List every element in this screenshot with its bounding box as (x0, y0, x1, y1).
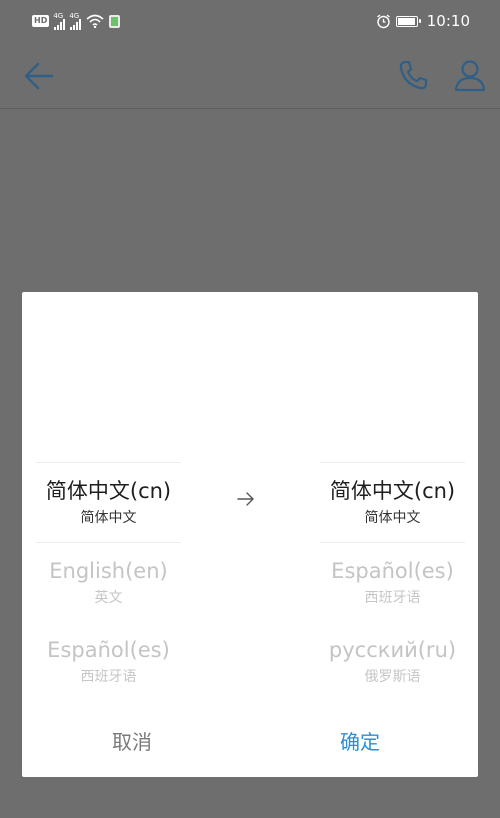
language-name: Español(es) (331, 558, 454, 583)
language-native-name: 简体中文 (80, 509, 137, 526)
confirm-button[interactable]: 确定 (340, 726, 380, 755)
source-language-option[interactable]: 简体中文(cn) 简体中文 (36, 463, 181, 542)
back-arrow-icon[interactable] (22, 59, 56, 93)
source-language-option[interactable]: English(en) 英文 (36, 543, 181, 622)
language-native-name: 简体中文 (364, 509, 421, 526)
status-left: HD 4G 4G (32, 11, 121, 30)
target-language-option[interactable]: 简体中文(cn) 简体中文 (320, 463, 465, 542)
battery-icon (395, 15, 421, 27)
sim-icon (109, 14, 121, 28)
network-type-label: 4G (69, 11, 80, 20)
target-language-option[interactable]: Español(es) 西班牙语 (320, 543, 465, 622)
app-bar (0, 42, 500, 109)
user-icon[interactable] (452, 57, 488, 93)
language-name: 简体中文(cn) (45, 478, 172, 503)
signal-icon: 4G (69, 11, 82, 30)
status-bar: HD 4G 4G 10:10 (0, 0, 500, 42)
source-language-picker[interactable]: 简体中文(cn) 简体中文 English(en) 英文 Español(es)… (36, 462, 181, 701)
language-name: Español(es) (47, 637, 170, 662)
language-name: русский(ru) (328, 637, 457, 662)
status-time: 10:10 (426, 12, 470, 30)
cancel-button[interactable]: 取消 (112, 726, 152, 755)
hd-icon: HD (32, 15, 50, 27)
wifi-icon (86, 14, 104, 28)
network-type-label: 4G (53, 11, 64, 20)
status-right: 10:10 (376, 12, 470, 30)
arrow-right-icon (237, 492, 254, 506)
language-native-name: 英文 (94, 589, 123, 606)
target-language-picker[interactable]: 简体中文(cn) 简体中文 Español(es) 西班牙语 русский(r… (320, 462, 465, 701)
language-native-name: 西班牙语 (80, 668, 137, 685)
language-native-name: 俄罗斯语 (364, 668, 421, 685)
language-name: 简体中文(cn) (329, 478, 456, 503)
alarm-icon (376, 13, 390, 28)
phone-icon[interactable] (396, 58, 430, 92)
source-language-option[interactable]: Español(es) 西班牙语 (36, 622, 181, 701)
signal-icon: 4G (53, 11, 66, 30)
target-language-option[interactable]: русский(ru) 俄罗斯语 (320, 622, 465, 701)
language-native-name: 西班牙语 (364, 589, 421, 606)
language-name: English(en) (49, 558, 168, 583)
language-picker-dialog: 简体中文(cn) 简体中文 English(en) 英文 Español(es)… (22, 292, 478, 777)
